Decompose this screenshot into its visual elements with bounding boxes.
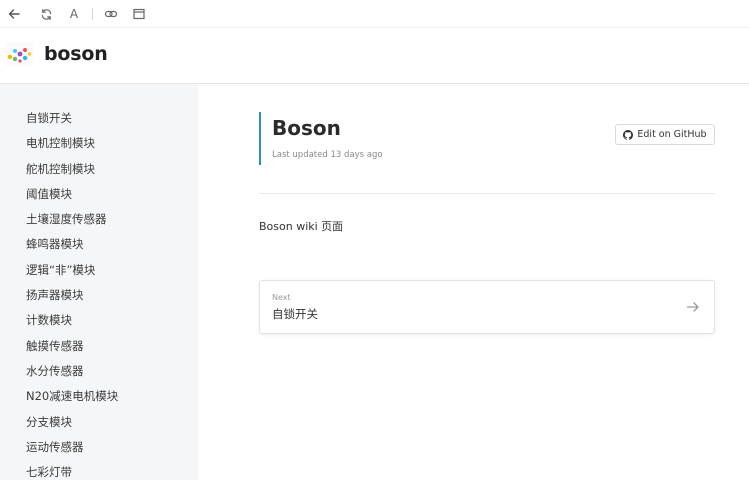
page-body-text: Boson wiki 页面 xyxy=(259,220,344,233)
edit-on-github-button[interactable]: Edit on GitHub xyxy=(615,124,715,145)
page-title: Boson xyxy=(272,116,341,140)
title-block: Boson Last updated 13 days ago xyxy=(259,112,383,165)
sidebar-item[interactable]: 土壤湿度传感器 xyxy=(26,211,118,236)
sidebar-item[interactable]: 电机控制模块 xyxy=(26,135,118,160)
site-title[interactable]: boson xyxy=(44,43,108,65)
edit-on-github-label: Edit on GitHub xyxy=(637,129,707,140)
sidebar-item[interactable]: 水分传感器 xyxy=(26,363,118,388)
sidebar-item[interactable]: 运动传感器 xyxy=(26,439,118,464)
sidebar-item[interactable]: 七彩灯带 xyxy=(26,464,118,480)
sidebar-item[interactable]: 阈值模块 xyxy=(26,186,118,211)
sidebar-item[interactable]: 蜂鸣器模块 xyxy=(26,236,118,261)
window-icon[interactable] xyxy=(130,5,148,23)
link-icon[interactable] xyxy=(102,5,120,23)
browser-toolbar: A xyxy=(0,0,749,28)
font-a-icon[interactable]: A xyxy=(65,5,83,23)
last-updated-text: Last updated 13 days ago xyxy=(272,150,383,160)
sidebar-item[interactable]: 触摸传感器 xyxy=(26,338,118,363)
divider xyxy=(259,193,715,194)
sidebar-item[interactable]: 分支模块 xyxy=(26,414,118,439)
next-label: Next xyxy=(272,293,291,302)
sidebar-item[interactable]: 扬声器模块 xyxy=(26,287,118,312)
main-content: Boson Last updated 13 days ago Edit on G… xyxy=(198,84,749,480)
sidebar: 自锁开关 电机控制模块 舵机控制模块 阈值模块 土壤湿度传感器 蜂鸣器模块 逻辑… xyxy=(0,84,198,480)
next-page-title: 自锁开关 xyxy=(272,307,318,321)
back-arrow-icon[interactable] xyxy=(5,5,23,23)
toolbar-separator xyxy=(92,8,93,20)
sidebar-item[interactable]: 自锁开关 xyxy=(26,110,118,135)
sidebar-item[interactable]: N20减速电机模块 xyxy=(26,388,118,413)
sidebar-item[interactable]: 逻辑“非”模块 xyxy=(26,262,118,287)
site-header: boson xyxy=(0,29,749,84)
sidebar-item[interactable]: 舵机控制模块 xyxy=(26,161,118,186)
next-page-card[interactable]: Next 自锁开关 xyxy=(259,280,715,334)
arrow-right-icon xyxy=(686,299,700,313)
sidebar-item[interactable]: 计数模块 xyxy=(26,312,118,337)
refresh-icon[interactable] xyxy=(37,5,55,23)
github-icon xyxy=(623,129,634,140)
site-logo[interactable] xyxy=(5,42,33,66)
sidebar-nav: 自锁开关 电机控制模块 舵机控制模块 阈值模块 土壤湿度传感器 蜂鸣器模块 逻辑… xyxy=(26,110,118,480)
